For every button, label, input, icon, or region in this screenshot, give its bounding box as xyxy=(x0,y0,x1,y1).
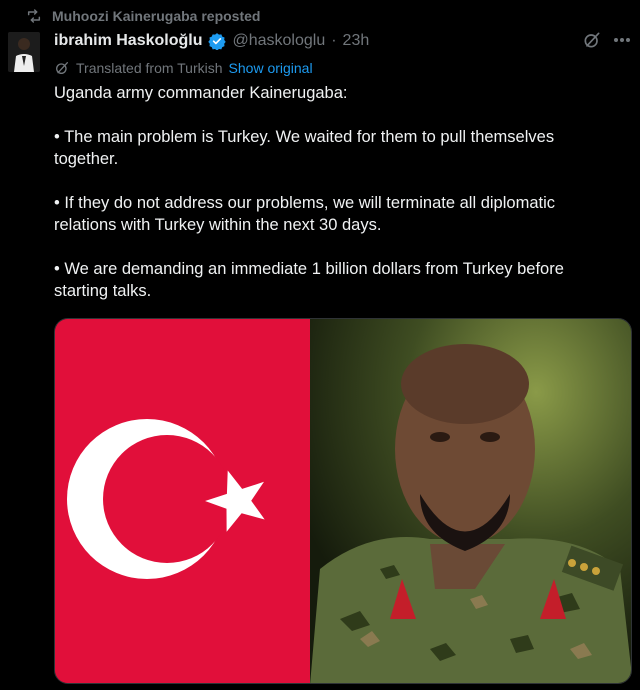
tweet-paragraph: Uganda army commander Kainerugaba: xyxy=(54,84,348,102)
repost-label: Muhoozi Kainerugaba reposted xyxy=(52,8,261,24)
turkish-flag-image xyxy=(55,319,310,683)
translation-notice: Translated from Turkish Show original xyxy=(54,58,313,78)
tweet-header: ibrahim Haskoloğlu @haskologlu · 23h xyxy=(54,30,369,52)
tweet-paragraph: • We are demanding an immediate 1 billio… xyxy=(54,260,564,300)
grok-icon[interactable] xyxy=(582,30,602,50)
author-name[interactable]: ibrahim Haskoloğlu xyxy=(54,32,202,50)
tweet-paragraph: • If they do not address our problems, w… xyxy=(54,194,556,234)
grok-translate-icon xyxy=(56,62,68,74)
timestamp[interactable]: 23h xyxy=(343,32,370,50)
tweet-media-image[interactable] xyxy=(54,318,632,684)
show-original-link[interactable]: Show original xyxy=(229,60,313,76)
repost-icon xyxy=(27,9,41,23)
translated-label: Translated from Turkish xyxy=(76,60,223,76)
verified-badge-icon xyxy=(208,33,227,50)
repost-indicator[interactable]: Muhoozi Kainerugaba reposted xyxy=(26,6,260,26)
tweet-paragraph: • The main problem is Turkey. We waited … xyxy=(54,128,555,168)
military-portrait-photo xyxy=(310,319,631,683)
author-handle[interactable]: @haskologlu xyxy=(232,32,325,50)
avatar[interactable] xyxy=(8,32,40,72)
more-options-icon[interactable] xyxy=(614,38,630,42)
separator-dot: · xyxy=(331,32,337,49)
tweet-text: Uganda army commander Kainerugaba: • The… xyxy=(54,82,614,324)
